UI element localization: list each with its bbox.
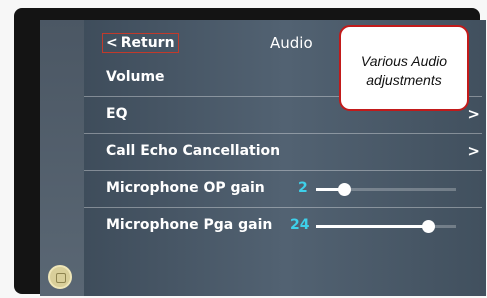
chevron-left-icon: < [106, 35, 118, 51]
home-icon [56, 273, 66, 283]
slider-fill [316, 225, 428, 228]
pga-gain-slider[interactable] [316, 220, 456, 233]
op-gain-slider[interactable] [316, 183, 456, 196]
op-gain-value: 2 [298, 180, 308, 196]
row-label: Microphone OP gain [106, 180, 265, 196]
return-label: Return [120, 35, 175, 51]
annotation-callout: Various Audio adjustments [339, 25, 469, 111]
row-label: EQ [106, 106, 128, 122]
slider-handle[interactable] [422, 220, 435, 233]
page-title: Audio [270, 34, 313, 52]
row-label: Volume [106, 69, 165, 85]
annotation-line-1: Various Audio [360, 53, 448, 69]
row-microphone-pga-gain: Microphone Pga gain 24 [84, 208, 482, 244]
annotation-line-2: adjustments [366, 72, 442, 88]
side-strip [40, 20, 84, 296]
chevron-right-icon: > [467, 105, 480, 123]
home-button[interactable] [48, 265, 72, 289]
pga-gain-value: 24 [290, 217, 310, 233]
chevron-right-icon: > [467, 142, 480, 160]
row-label: Microphone Pga gain [106, 217, 273, 233]
return-button[interactable]: < Return [102, 33, 179, 53]
row-label: Call Echo Cancellation [106, 143, 281, 159]
row-microphone-op-gain: Microphone OP gain 2 [84, 171, 482, 208]
row-call-echo-cancellation[interactable]: Call Echo Cancellation > [84, 134, 482, 171]
slider-handle[interactable] [338, 183, 351, 196]
